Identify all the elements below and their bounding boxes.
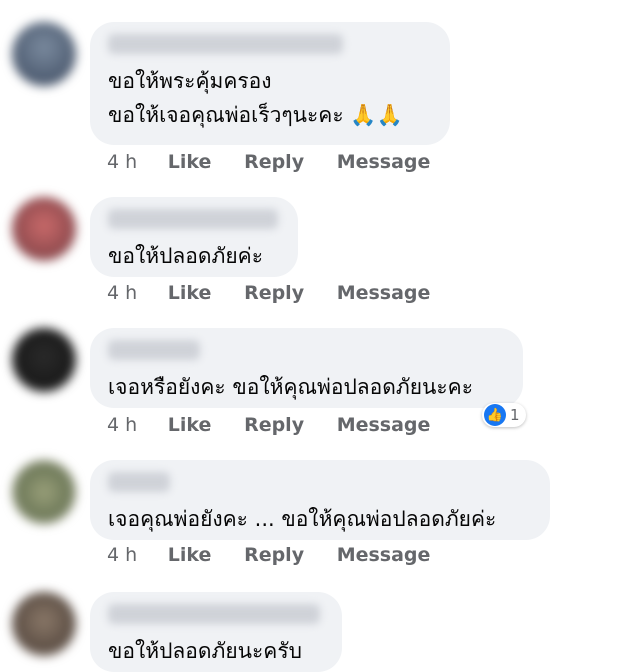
avatar[interactable] (12, 328, 76, 392)
commenter-name-redacted[interactable] (108, 209, 278, 229)
like-button[interactable]: Like (168, 414, 212, 436)
like-button[interactable]: Like (168, 151, 212, 173)
thumbs-up-icon: 👍 (484, 404, 506, 426)
timestamp[interactable]: 4 h (107, 414, 137, 436)
reply-button[interactable]: Reply (244, 151, 304, 173)
avatar[interactable] (12, 22, 76, 86)
reply-button[interactable]: Reply (244, 282, 304, 304)
comment-text-line: ขอให้ปลอดภัยค่ะ (108, 244, 263, 268)
reaction-count: 1 (510, 406, 520, 424)
like-button[interactable]: Like (168, 282, 212, 304)
commenter-name-redacted[interactable] (108, 340, 200, 360)
comment-text-line: เจอหรือยังคะ ขอให้คุณพ่อปลอดภัยนะคะ (108, 375, 473, 399)
commenter-name-redacted[interactable] (108, 604, 320, 624)
commenter-name-redacted[interactable] (108, 34, 343, 54)
comment-text-line: ขอให้ปลอดภัยนะครับ (108, 639, 302, 663)
message-button[interactable]: Message (337, 151, 431, 173)
comment-text-line: ขอให้เจอคุณพ่อเร็วๆนะคะ 🙏🙏 (108, 103, 403, 127)
avatar[interactable] (12, 592, 76, 656)
timestamp[interactable]: 4 h (107, 151, 137, 173)
reply-button[interactable]: Reply (244, 414, 304, 436)
comment-bubble: ขอให้พระคุ้มครอง ขอให้เจอคุณพ่อเร็วๆนะคะ… (90, 22, 450, 145)
comment-actions: 4 h Like Reply Message (107, 414, 456, 436)
comment-bubble: เจอคุณพ่อยังคะ ... ขอให้คุณพ่อปลอดภัยค่ะ (90, 460, 550, 540)
reaction-badge[interactable]: 👍 1 (482, 403, 526, 427)
timestamp[interactable]: 4 h (107, 282, 137, 304)
comment-bubble: เจอหรือยังคะ ขอให้คุณพ่อปลอดภัยนะคะ (90, 328, 523, 408)
timestamp[interactable]: 4 h (107, 544, 137, 566)
comment-bubble: ขอให้ปลอดภัยนะครับ (90, 592, 342, 672)
comment-text-line: เจอคุณพ่อยังคะ ... ขอให้คุณพ่อปลอดภัยค่ะ (108, 507, 497, 531)
comment-actions: 4 h Like Reply Message (107, 282, 456, 304)
comment-actions: 4 h Like Reply Message (107, 151, 456, 173)
avatar[interactable] (12, 460, 76, 524)
commenter-name-redacted[interactable] (108, 472, 170, 492)
comment-text-line: ขอให้พระคุ้มครอง (108, 69, 272, 93)
avatar[interactable] (12, 197, 76, 261)
reply-button[interactable]: Reply (244, 544, 304, 566)
message-button[interactable]: Message (337, 544, 431, 566)
message-button[interactable]: Message (337, 282, 431, 304)
comment-bubble: ขอให้ปลอดภัยค่ะ (90, 197, 298, 277)
comment-actions: 4 h Like Reply Message (107, 544, 456, 566)
message-button[interactable]: Message (337, 414, 431, 436)
like-button[interactable]: Like (168, 544, 212, 566)
